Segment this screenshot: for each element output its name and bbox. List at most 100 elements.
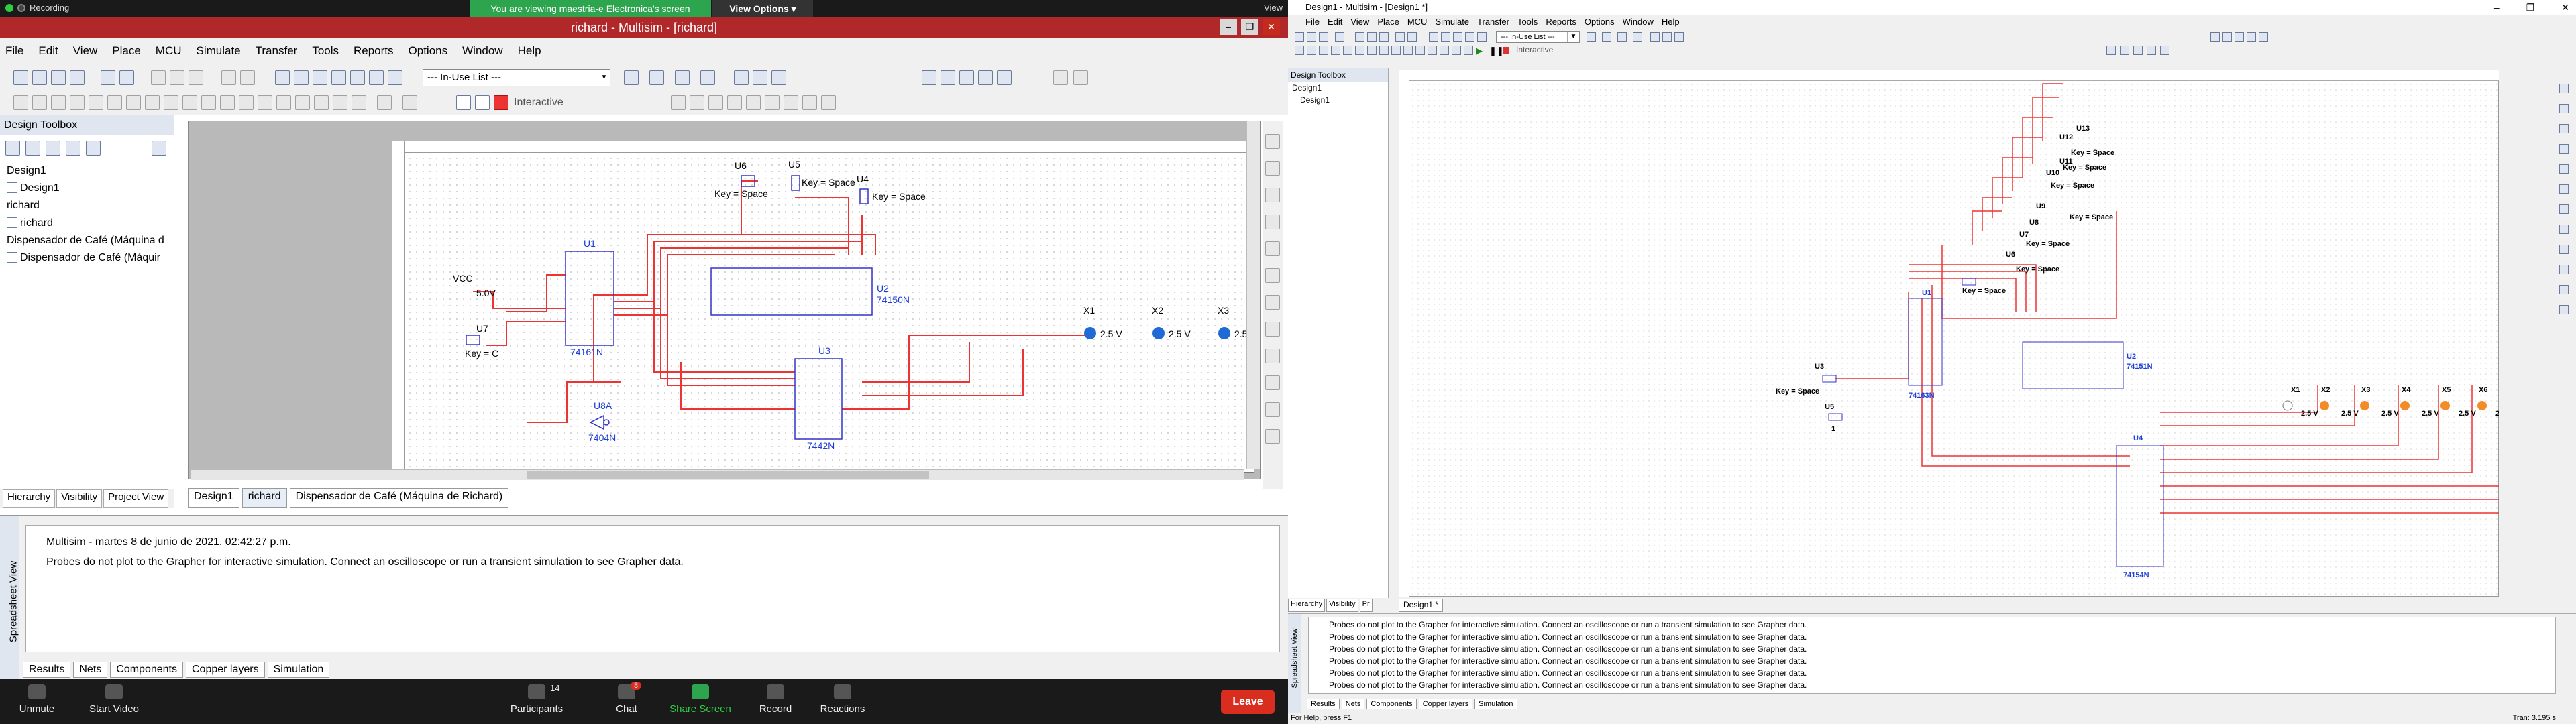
forward-annotate-icon[interactable] — [1617, 32, 1627, 42]
tab-hierarchy[interactable]: Hierarchy — [3, 489, 56, 508]
subcircuit-icon[interactable] — [220, 95, 235, 110]
instrument-icon[interactable] — [258, 95, 272, 110]
minimize-icon[interactable]: – — [2494, 0, 2500, 15]
probe-x4[interactable] — [2400, 401, 2410, 410]
spectrum-analyzer-icon[interactable] — [1265, 429, 1280, 444]
key-u4[interactable] — [859, 188, 869, 204]
unmute-button[interactable]: Unmute — [3, 684, 70, 715]
menu-options[interactable]: Options — [1585, 15, 1615, 29]
menu-simulate[interactable]: Simulate — [197, 44, 241, 58]
grapher-icon[interactable] — [1465, 32, 1474, 42]
probe-ref-icon[interactable] — [2160, 46, 2169, 55]
tab-design1[interactable]: Design1 * — [1399, 599, 1444, 612]
paste-icon[interactable] — [1379, 32, 1389, 42]
mcu-icon[interactable] — [239, 95, 254, 110]
tab-richard[interactable]: richard — [241, 488, 287, 508]
tree-item[interactable]: richard — [0, 197, 174, 215]
menu-help[interactable]: Help — [518, 44, 541, 58]
open-icon[interactable] — [32, 70, 47, 85]
probe-voltage-icon[interactable] — [2106, 46, 2116, 55]
toolbox-close-icon[interactable] — [66, 141, 80, 156]
tab-project-view[interactable]: Pr — [1359, 599, 1373, 612]
back-annotate-icon[interactable] — [1633, 32, 1642, 42]
iv-analyzer-icon[interactable] — [2559, 265, 2569, 274]
probe-diff-icon[interactable] — [727, 95, 742, 110]
frequency-counter-icon[interactable] — [1265, 268, 1280, 283]
pause-icon[interactable] — [475, 95, 490, 110]
lock-icon[interactable] — [1440, 46, 1449, 55]
menu-tools[interactable]: Tools — [312, 44, 339, 58]
chat-button[interactable]: Chat — [593, 684, 660, 715]
menu-file[interactable]: File — [5, 44, 23, 58]
database-icon[interactable] — [313, 70, 327, 85]
multimeter-icon[interactable] — [1265, 134, 1280, 149]
probe-settings-icon[interactable] — [784, 95, 798, 110]
tab-visibility[interactable]: Visibility — [1326, 599, 1358, 612]
subcircuit-icon[interactable] — [1415, 46, 1425, 55]
bode-plotter-icon[interactable] — [1265, 241, 1280, 256]
pin-icon[interactable] — [333, 95, 347, 110]
probe-extra-icon[interactable] — [821, 95, 836, 110]
menu-file[interactable]: File — [1305, 15, 1320, 29]
distortion-analyzer-icon[interactable] — [1265, 402, 1280, 417]
tab-copper-layers[interactable]: Copper layers — [1418, 699, 1473, 709]
tree-item[interactable]: Design1 — [1288, 94, 1388, 106]
key-u6[interactable] — [1962, 278, 1976, 286]
toolbox-open-icon[interactable] — [25, 141, 40, 156]
share-screen-button[interactable]: Share Screen — [667, 684, 734, 715]
chip-u2[interactable] — [2022, 341, 2124, 389]
probe-x1[interactable] — [2282, 400, 2293, 411]
probe-digital-icon[interactable] — [765, 95, 780, 110]
probe-x3[interactable] — [1218, 327, 1230, 339]
probe-power-icon[interactable] — [2133, 46, 2143, 55]
function-generator-icon[interactable] — [1265, 161, 1280, 176]
toolbox-print-icon[interactable] — [152, 141, 166, 156]
table-icon[interactable] — [295, 95, 310, 110]
probe-x2[interactable] — [1152, 327, 1165, 339]
close-icon[interactable]: ✕ — [1263, 19, 1280, 35]
block-icon[interactable] — [1391, 46, 1401, 55]
transfer-icon[interactable] — [700, 70, 715, 85]
redo-icon[interactable] — [240, 70, 255, 85]
copy-icon[interactable] — [1367, 32, 1377, 42]
tab-nets[interactable]: Nets — [73, 662, 108, 678]
save-icon[interactable] — [1319, 32, 1328, 42]
spreadsheet-toggle-icon[interactable] — [294, 70, 309, 85]
erc-icon[interactable] — [388, 70, 402, 85]
tab-design1[interactable]: Design1 — [188, 488, 239, 508]
tree-item[interactable]: Design1 — [1288, 82, 1388, 94]
chip-u3[interactable] — [794, 358, 843, 440]
stop-icon[interactable] — [494, 95, 508, 110]
tab-visibility[interactable]: Visibility — [56, 489, 103, 508]
connector-icon[interactable] — [1319, 46, 1328, 55]
print-icon[interactable] — [1335, 32, 1344, 42]
menu-reports[interactable]: Reports — [354, 44, 394, 58]
key-u3[interactable] — [1822, 375, 1837, 383]
menu-edit[interactable]: Edit — [1328, 15, 1342, 29]
probe-current-icon[interactable] — [2120, 46, 2129, 55]
text-icon[interactable] — [1343, 46, 1352, 55]
run-icon[interactable] — [456, 95, 471, 110]
connector-icon[interactable] — [51, 95, 66, 110]
interactive-mode-label[interactable]: Interactive — [1516, 45, 1553, 54]
hierarchy-icon[interactable] — [1403, 46, 1413, 55]
pin-icon[interactable] — [1452, 46, 1461, 55]
probe-x2[interactable] — [2320, 401, 2329, 410]
probe-x5[interactable] — [2440, 401, 2450, 410]
menu-transfer[interactable]: Transfer — [1477, 15, 1509, 29]
tab-simulation[interactable]: Simulation — [267, 662, 330, 678]
align-icon[interactable] — [1379, 46, 1389, 55]
tab-simulation[interactable]: Simulation — [1474, 699, 1517, 709]
word-generator-icon[interactable] — [2559, 204, 2569, 214]
chip-u1[interactable] — [565, 251, 614, 346]
redo-icon[interactable] — [1407, 32, 1417, 42]
close-icon[interactable]: ✕ — [2561, 0, 2569, 15]
in-use-list-select[interactable]: --- In-Use List --- ▼ — [423, 69, 610, 86]
component-wizard-icon[interactable] — [331, 70, 346, 85]
grid-icon[interactable] — [1053, 70, 1068, 85]
view-button[interactable]: View — [1264, 3, 1283, 13]
tree-item[interactable]: richard — [0, 215, 174, 232]
record-button[interactable]: Record — [742, 684, 809, 715]
electrical-rules-icon[interactable] — [753, 70, 767, 85]
stop-icon[interactable] — [1503, 47, 1509, 54]
